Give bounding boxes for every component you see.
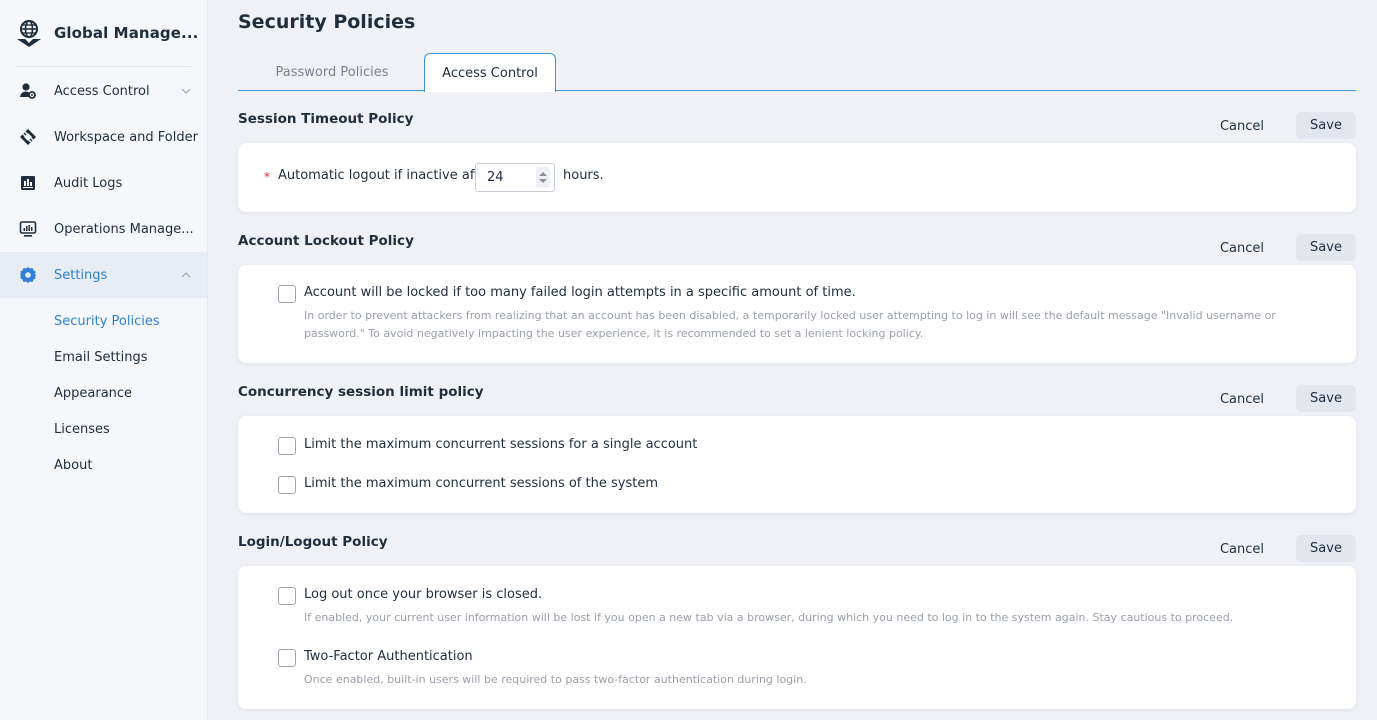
sidebar: Global Manage... Access Control Workspac… bbox=[0, 0, 208, 720]
account-lockout-label: Account will be locked if too many faile… bbox=[304, 285, 856, 300]
concurrency-save-button[interactable]: Save bbox=[1296, 385, 1356, 412]
system-limit-checkbox[interactable] bbox=[278, 476, 296, 494]
sidebar-item-audit-logs[interactable]: Audit Logs bbox=[0, 160, 207, 206]
brand-divider bbox=[16, 66, 191, 67]
login-logout-card: Log out once your browser is closed. If … bbox=[238, 566, 1356, 709]
user-gear-icon bbox=[19, 82, 37, 100]
session-timeout-save-button[interactable]: Save bbox=[1296, 112, 1356, 139]
account-lockout-header: Account Lockout Policy Cancel Save bbox=[238, 233, 1356, 261]
account-lockout-description: In order to prevent attackers from reali… bbox=[304, 309, 1276, 340]
section-title: Session Timeout Policy bbox=[238, 111, 414, 127]
audit-chart-icon bbox=[19, 174, 37, 192]
sidebar-item-operations[interactable]: Operations Manage... bbox=[0, 206, 207, 252]
tab-access-control[interactable]: Access Control bbox=[424, 53, 556, 92]
sidebar-subitem-about[interactable]: About bbox=[0, 447, 207, 483]
session-timeout-cancel-button[interactable]: Cancel bbox=[1212, 112, 1272, 140]
login-logout-header: Login/Logout Policy Cancel Save bbox=[238, 534, 1356, 562]
single-account-limit-checkbox[interactable] bbox=[278, 437, 296, 455]
account-lockout-save-button[interactable]: Save bbox=[1296, 234, 1356, 261]
sidebar-item-label: Access Control bbox=[54, 83, 150, 99]
monitor-chart-icon bbox=[19, 220, 37, 238]
single-account-limit-label: Limit the maximum concurrent sessions fo… bbox=[304, 437, 698, 452]
number-spinner bbox=[536, 167, 550, 188]
increment-arrow-icon[interactable] bbox=[539, 172, 547, 176]
section-title: Account Lockout Policy bbox=[238, 233, 414, 249]
session-timeout-header: Session Timeout Policy Cancel Save bbox=[238, 111, 1356, 139]
timeout-label: Automatic logout if inactive after bbox=[278, 168, 493, 183]
tab-bar: Password Policies Access Control bbox=[238, 53, 1356, 92]
sidebar-item-settings[interactable]: Settings bbox=[0, 252, 207, 298]
account-lockout-cancel-button[interactable]: Cancel bbox=[1212, 234, 1272, 262]
gear-icon bbox=[19, 266, 37, 284]
globe-hand-icon bbox=[16, 18, 42, 48]
system-limit-label: Limit the maximum concurrent sessions of… bbox=[304, 476, 658, 491]
timeout-unit: hours. bbox=[563, 168, 604, 183]
timeout-hours-input[interactable]: 24 bbox=[475, 163, 555, 192]
sidebar-item-label: Operations Manage... bbox=[54, 221, 194, 237]
two-factor-description: Once enabled, built-in users will be req… bbox=[304, 673, 807, 686]
browser-close-logout-label: Log out once your browser is closed. bbox=[304, 587, 543, 602]
login-logout-cancel-button[interactable]: Cancel bbox=[1212, 535, 1272, 563]
sidebar-item-label: Workspace and Folder bbox=[54, 129, 198, 145]
brand-title: Global Manage... bbox=[54, 24, 199, 42]
decrement-arrow-icon[interactable] bbox=[539, 179, 547, 183]
concurrency-cancel-button[interactable]: Cancel bbox=[1212, 385, 1272, 413]
two-factor-label: Two-Factor Authentication bbox=[304, 649, 473, 664]
chevron-down-icon bbox=[181, 88, 191, 94]
sidebar-item-workspace[interactable]: Workspace and Folder bbox=[0, 114, 207, 160]
concurrency-header: Concurrency session limit policy Cancel … bbox=[238, 384, 1356, 412]
section-title: Login/Logout Policy bbox=[238, 534, 388, 550]
chevron-up-icon bbox=[181, 272, 191, 278]
sidebar-subitem-licenses[interactable]: Licenses bbox=[0, 411, 207, 447]
browser-close-logout-description: If enabled, your current user informatio… bbox=[304, 611, 1234, 624]
page-title: Security Policies bbox=[238, 11, 416, 33]
required-mark: * bbox=[264, 170, 270, 184]
browser-close-logout-checkbox[interactable] bbox=[278, 587, 296, 605]
session-timeout-card: * Automatic logout if inactive after 24 … bbox=[238, 143, 1356, 212]
brand[interactable]: Global Manage... bbox=[0, 0, 207, 66]
section-title: Concurrency session limit policy bbox=[238, 384, 484, 400]
concurrency-card: Limit the maximum concurrent sessions fo… bbox=[238, 416, 1356, 513]
sidebar-item-access-control[interactable]: Access Control bbox=[0, 68, 207, 114]
sidebar-subitem-email-settings[interactable]: Email Settings bbox=[0, 339, 207, 375]
account-lockout-card: Account will be locked if too many faile… bbox=[238, 265, 1356, 363]
sidebar-item-label: Audit Logs bbox=[54, 175, 123, 191]
sidebar-subitem-appearance[interactable]: Appearance bbox=[0, 375, 207, 411]
sidebar-subitem-security-policies[interactable]: Security Policies bbox=[0, 303, 207, 339]
login-logout-save-button[interactable]: Save bbox=[1296, 535, 1356, 562]
account-lockout-checkbox[interactable] bbox=[278, 285, 296, 303]
settings-submenu: Security Policies Email Settings Appeara… bbox=[0, 298, 207, 483]
sidebar-item-label: Settings bbox=[54, 267, 108, 283]
timeout-value: 24 bbox=[487, 170, 504, 185]
tab-password-policies[interactable]: Password Policies bbox=[238, 53, 426, 91]
two-factor-checkbox[interactable] bbox=[278, 649, 296, 667]
workspace-diamond-icon bbox=[19, 128, 37, 146]
